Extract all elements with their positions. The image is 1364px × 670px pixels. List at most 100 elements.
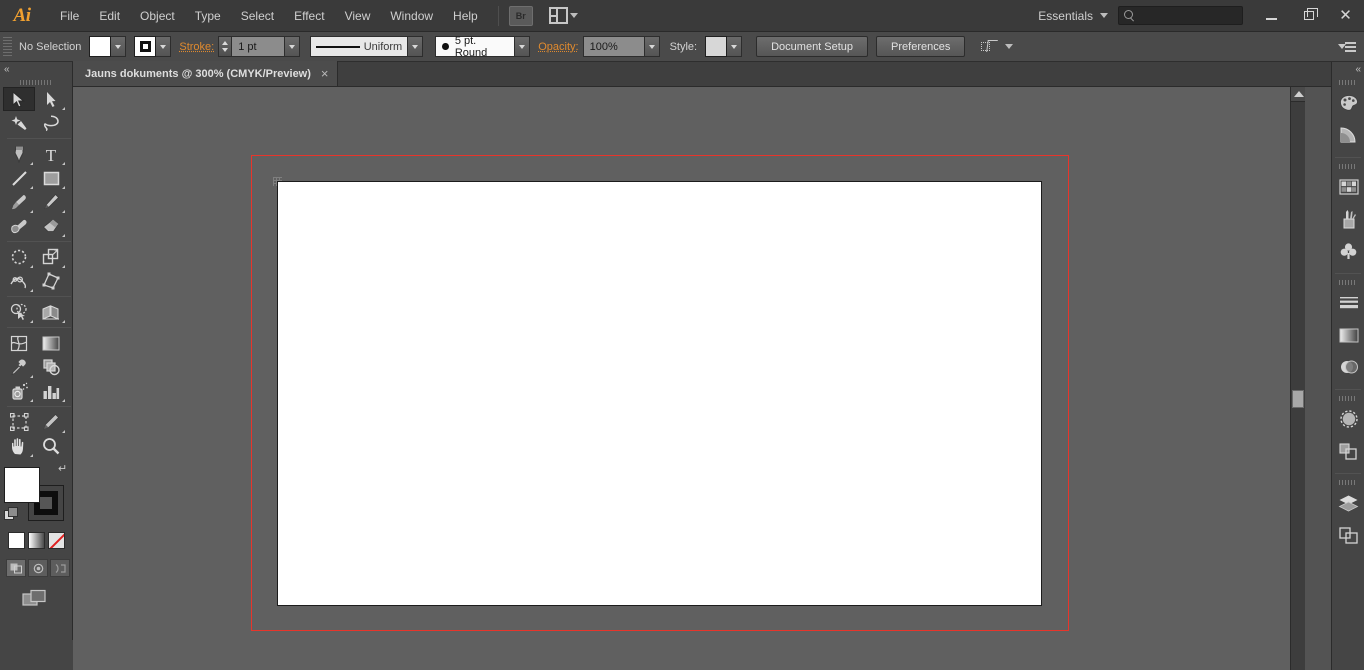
artboards-panel-icon[interactable] bbox=[1332, 519, 1364, 551]
magic-wand-tool[interactable] bbox=[3, 111, 35, 135]
color-button[interactable] bbox=[8, 532, 25, 549]
swap-fill-stroke-icon[interactable]: ↵ bbox=[58, 464, 70, 476]
panel-group-grip[interactable] bbox=[1332, 278, 1364, 287]
eraser-tool[interactable] bbox=[35, 214, 67, 238]
stroke-weight-control[interactable]: 1 pt bbox=[218, 36, 301, 57]
blob-brush-tool[interactable] bbox=[3, 214, 35, 238]
workspace-switcher[interactable]: Essentials bbox=[1028, 9, 1118, 23]
eyedropper-tool[interactable] bbox=[3, 355, 35, 379]
free-transform-tool[interactable] bbox=[35, 269, 67, 293]
fill-dropdown-button[interactable] bbox=[111, 36, 127, 57]
fill-swatch[interactable] bbox=[89, 36, 112, 57]
hand-tool[interactable] bbox=[3, 434, 35, 458]
swatches-panel-icon[interactable] bbox=[1332, 171, 1364, 203]
stroke-weight-label[interactable]: Stroke: bbox=[171, 41, 218, 53]
direct-selection-tool[interactable] bbox=[35, 87, 67, 111]
menu-window[interactable]: Window bbox=[380, 5, 443, 27]
width-tool[interactable] bbox=[3, 269, 35, 293]
color-panel-icon[interactable] bbox=[1332, 87, 1364, 119]
gradient-button[interactable] bbox=[28, 532, 45, 549]
gradient-panel-icon[interactable] bbox=[1332, 319, 1364, 351]
menu-help[interactable]: Help bbox=[443, 5, 488, 27]
restore-button[interactable] bbox=[1290, 2, 1327, 29]
tools-panel-grip[interactable] bbox=[0, 77, 72, 87]
menu-object[interactable]: Object bbox=[130, 5, 185, 27]
style-dropdown-button[interactable] bbox=[727, 36, 743, 57]
stroke-swatch[interactable] bbox=[134, 36, 157, 57]
stroke-color-control[interactable] bbox=[134, 36, 172, 57]
mesh-tool[interactable] bbox=[3, 331, 35, 355]
rectangle-tool[interactable] bbox=[35, 166, 67, 190]
draw-inside-button[interactable] bbox=[50, 559, 70, 577]
rotate-tool[interactable] bbox=[3, 245, 35, 269]
document-setup-button[interactable]: Document Setup bbox=[756, 36, 869, 57]
transparency-panel-icon[interactable] bbox=[1332, 351, 1364, 383]
type-tool[interactable]: T bbox=[35, 142, 67, 166]
search-box[interactable] bbox=[1118, 6, 1266, 25]
graphic-style-control[interactable] bbox=[705, 36, 743, 57]
panel-group-grip[interactable] bbox=[1332, 394, 1364, 403]
scale-tool[interactable] bbox=[35, 245, 67, 269]
stroke-weight-dropdown-button[interactable] bbox=[285, 36, 301, 57]
stroke-panel-icon[interactable] bbox=[1332, 287, 1364, 319]
panel-group-grip[interactable] bbox=[1332, 162, 1364, 171]
lasso-tool[interactable] bbox=[35, 111, 67, 135]
canvas-area[interactable] bbox=[73, 87, 1305, 670]
slice-tool[interactable] bbox=[35, 410, 67, 434]
brush-definition-field[interactable]: 5 pt. Round bbox=[435, 35, 516, 59]
menu-effect[interactable]: Effect bbox=[284, 5, 334, 27]
zoom-tool[interactable] bbox=[35, 434, 67, 458]
menu-file[interactable]: File bbox=[50, 5, 89, 27]
arrange-documents-icon[interactable] bbox=[548, 7, 578, 24]
brush-definition-control[interactable]: 5 pt. Round bbox=[435, 35, 531, 59]
symbol-sprayer-tool[interactable] bbox=[3, 379, 35, 403]
control-panel-grip[interactable] bbox=[3, 36, 12, 57]
close-button[interactable]: ✕ bbox=[1327, 2, 1364, 29]
change-screen-mode-icon[interactable] bbox=[22, 589, 48, 609]
stroke-profile-dropdown-button[interactable] bbox=[408, 36, 424, 57]
fill-color-control[interactable] bbox=[89, 36, 127, 57]
symbols-panel-icon[interactable] bbox=[1332, 235, 1364, 267]
align-options-chevron-down-icon[interactable] bbox=[1005, 44, 1014, 49]
graphic-styles-panel-icon[interactable] bbox=[1332, 435, 1364, 467]
close-icon[interactable]: × bbox=[321, 67, 329, 80]
line-segment-tool[interactable] bbox=[3, 166, 35, 190]
menu-edit[interactable]: Edit bbox=[89, 5, 130, 27]
search-input[interactable] bbox=[1124, 9, 1266, 22]
panel-group-grip[interactable] bbox=[1332, 478, 1364, 487]
menu-select[interactable]: Select bbox=[231, 5, 284, 27]
column-graph-tool[interactable] bbox=[35, 379, 67, 403]
artboard[interactable] bbox=[277, 181, 1042, 606]
panel-menu-icon[interactable] bbox=[1338, 40, 1356, 54]
menu-type[interactable]: Type bbox=[185, 5, 231, 27]
scroll-up-arrow[interactable] bbox=[1291, 87, 1305, 102]
gradient-tool[interactable] bbox=[35, 331, 67, 355]
brushes-panel-icon[interactable] bbox=[1332, 203, 1364, 235]
paintbrush-tool[interactable] bbox=[3, 190, 35, 214]
draw-behind-button[interactable] bbox=[28, 559, 48, 577]
go-to-bridge-button[interactable]: Br bbox=[508, 5, 533, 26]
stroke-weight-stepper[interactable] bbox=[218, 36, 232, 57]
opacity-label[interactable]: Opacity: bbox=[530, 41, 582, 53]
collapse-panel-icon[interactable]: « bbox=[4, 64, 9, 75]
perspective-grid-tool[interactable] bbox=[35, 300, 67, 324]
layers-panel-icon[interactable] bbox=[1332, 487, 1364, 519]
scroll-thumb[interactable] bbox=[1292, 390, 1304, 408]
vertical-scrollbar[interactable] bbox=[1290, 87, 1305, 670]
document-tab[interactable]: Jauns dokuments @ 300% (CMYK/Preview) × bbox=[73, 61, 338, 86]
style-swatch[interactable] bbox=[705, 36, 728, 57]
pencil-tool[interactable] bbox=[35, 190, 67, 214]
minimize-button[interactable] bbox=[1253, 2, 1290, 29]
selection-tool[interactable] bbox=[3, 87, 35, 111]
preferences-button[interactable]: Preferences bbox=[876, 36, 966, 57]
opacity-dropdown-button[interactable] bbox=[644, 36, 660, 57]
panel-group-grip[interactable] bbox=[1332, 78, 1364, 87]
default-fill-stroke-icon[interactable] bbox=[4, 507, 18, 520]
none-button[interactable] bbox=[48, 532, 65, 549]
color-guide-panel-icon[interactable] bbox=[1332, 119, 1364, 151]
shape-builder-tool[interactable] bbox=[3, 300, 35, 324]
menu-view[interactable]: View bbox=[335, 5, 381, 27]
opacity-field[interactable]: 100% bbox=[582, 36, 645, 57]
fill-color-box[interactable] bbox=[4, 467, 40, 503]
stroke-profile-control[interactable]: Uniform bbox=[310, 36, 424, 57]
